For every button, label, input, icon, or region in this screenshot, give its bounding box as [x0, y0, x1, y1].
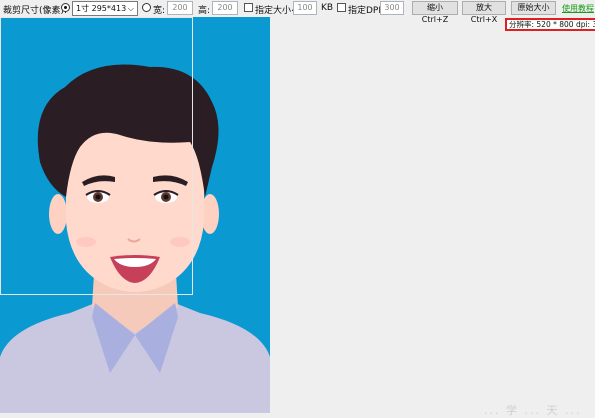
tutorial-link[interactable]: 使用教程	[562, 3, 594, 14]
chevron-down-icon: ⌵	[127, 4, 134, 13]
size-limit-input[interactable]: 100	[293, 1, 317, 15]
preset-size-value: 1寸 295*413	[76, 4, 127, 13]
crop-frame[interactable]	[0, 17, 193, 295]
size-limit-label: 指定大小<	[255, 6, 299, 16]
zoom-in-button[interactable]: 放大 Ctrl+X	[462, 1, 506, 24]
dpi-checkbox[interactable]	[337, 3, 346, 12]
size-unit-label: KB	[321, 3, 334, 13]
height-input[interactable]: 200	[212, 1, 238, 15]
dpi-input[interactable]: 300	[380, 1, 404, 15]
dpi-label: 指定DPI:	[348, 6, 385, 16]
size-limit-checkbox[interactable]	[244, 3, 253, 12]
height-label: 高:	[198, 6, 211, 16]
width-label: 宽:	[153, 6, 166, 16]
zoom-out-button[interactable]: 缩小 Ctrl+Z	[412, 1, 458, 24]
watermark: ... 学 ... 天 ...	[484, 404, 582, 417]
preset-size-select[interactable]: 1寸 295*413 ⌵	[72, 1, 138, 16]
crop-size-label: 裁剪尺寸(像素):	[3, 6, 68, 16]
original-size-button[interactable]: 原始大小	[511, 1, 556, 15]
toolbar: 裁剪尺寸(像素): 1寸 295*413 ⌵ 宽: 200 高: 200 指定大…	[0, 0, 595, 24]
resolution-readout: 分辨率: 520 * 800 dpi: 300	[505, 18, 595, 31]
preset-size-radio[interactable]	[61, 3, 70, 12]
custom-size-radio[interactable]	[142, 3, 151, 12]
width-input[interactable]: 200	[167, 1, 193, 15]
